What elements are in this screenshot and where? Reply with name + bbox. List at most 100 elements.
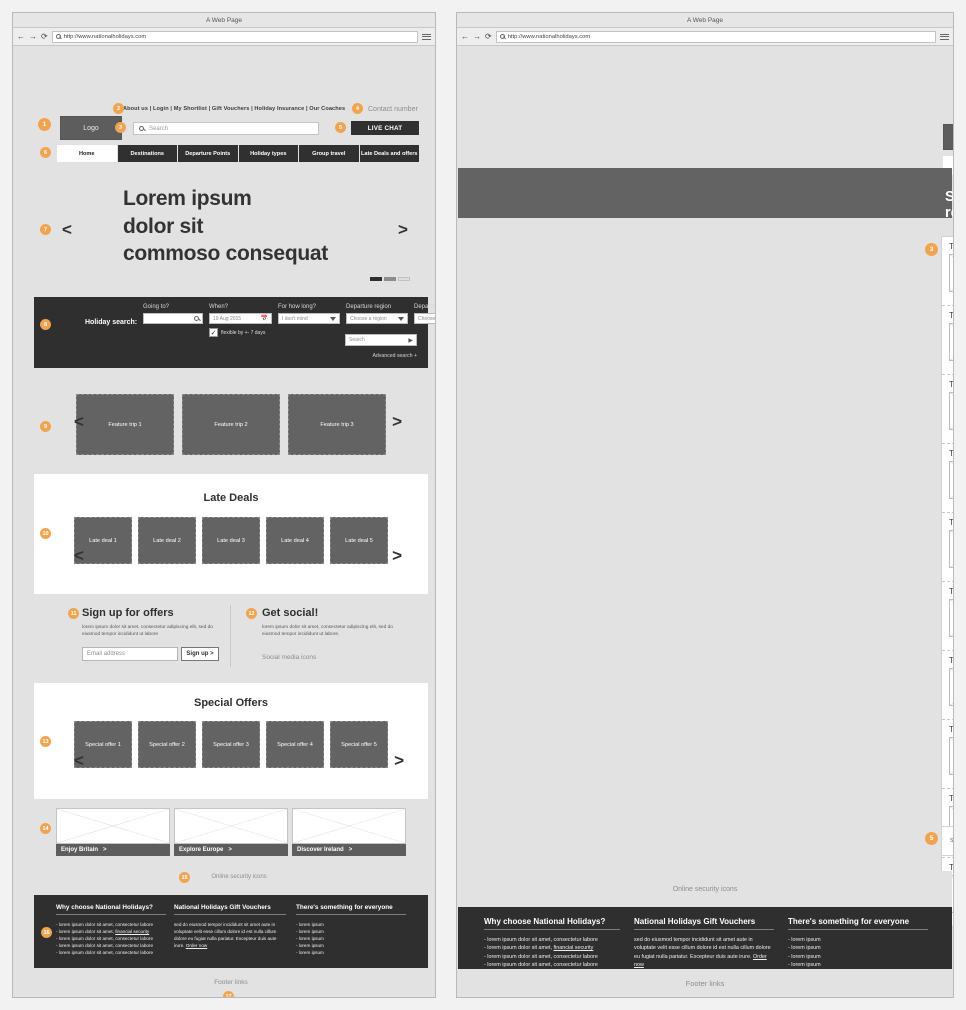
signup-button[interactable]: Sign up > bbox=[181, 647, 219, 662]
result-sublinks[interactable]: Coach seating | Room Types | All Depatur… bbox=[949, 502, 953, 508]
site-search-input[interactable]: Search bbox=[133, 122, 319, 135]
result-card[interactable]: Title 4 Duration: x DaysDate: Mon 02 Febr… bbox=[942, 444, 953, 513]
screenshot-stage: A Web Page ← → ⟳ http://www.nationalholi… bbox=[0, 0, 966, 1010]
late-deal-tile[interactable]: Late deal 3 bbox=[202, 517, 260, 564]
site-logo[interactable]: Logo bbox=[943, 124, 953, 150]
late-deal-tile[interactable]: Late deal 5 bbox=[330, 517, 388, 564]
departure-region-select[interactable]: Choose a region bbox=[346, 313, 408, 324]
special-offer-tile[interactable]: Special offer 2 bbox=[138, 721, 196, 768]
result-sublinks[interactable]: Coach seating | Room Types | All Depatur… bbox=[949, 640, 953, 646]
result-title[interactable]: Title 6 bbox=[949, 587, 953, 596]
results-body bbox=[458, 218, 952, 908]
late-deals-prev[interactable]: < bbox=[74, 546, 84, 566]
social-block: Get social! lorem ipsum dolor sit amet, … bbox=[262, 607, 407, 661]
feature-trip-tile[interactable]: Feature trip 1 bbox=[76, 394, 174, 455]
result-title[interactable]: Title 7 bbox=[949, 656, 953, 665]
order-now-link[interactable]: Order now bbox=[186, 943, 207, 948]
late-deals-next[interactable]: > bbox=[392, 546, 402, 566]
annotation-badge-10: 10 bbox=[40, 528, 51, 539]
feature-trip-tile[interactable]: Feature trip 2 bbox=[182, 394, 280, 455]
special-offers-next[interactable]: > bbox=[394, 751, 404, 771]
annotation-badge-9: 9 bbox=[40, 421, 51, 432]
nav-tab-destinations[interactable]: Destinations bbox=[117, 145, 178, 162]
url-input[interactable]: http://www.nationalholidays.com bbox=[51, 30, 418, 43]
result-title[interactable]: Title 3 bbox=[949, 380, 953, 389]
result-sublinks[interactable]: Coach seating | Room Types | All Depatur… bbox=[949, 433, 953, 439]
nav-tab-home[interactable]: Home bbox=[57, 145, 118, 162]
nav-tab-group-travel[interactable]: Group travel bbox=[299, 145, 360, 162]
footer-list-item: - lorem ipsum dolor sit amet, consectetu… bbox=[484, 937, 598, 943]
promo-card[interactable]: Enjoy Britain > bbox=[56, 808, 170, 856]
result-title[interactable]: Title 2 bbox=[949, 311, 953, 320]
holiday-search-button[interactable]: Search ▶ bbox=[345, 334, 417, 346]
advanced-search-link[interactable]: Advanced search + bbox=[372, 353, 417, 359]
result-card[interactable]: Title 6 Duration: x DaysDate: Mon 02 Febr… bbox=[942, 582, 953, 651]
result-title[interactable]: Title 8 bbox=[949, 725, 953, 734]
promo-card[interactable]: Discover Ireland > bbox=[292, 808, 406, 856]
result-title[interactable]: Title 4 bbox=[949, 449, 953, 458]
result-sublinks[interactable]: Coach seating | Room Types | All Depatur… bbox=[949, 709, 953, 715]
feature-trips-next[interactable]: > bbox=[392, 412, 402, 432]
late-deal-tile[interactable]: Late deal 2 bbox=[138, 517, 196, 564]
hero-pagination-dots[interactable] bbox=[370, 277, 410, 281]
result-title[interactable]: Title 5 bbox=[949, 518, 953, 527]
utility-links[interactable]: About us | Login | My Shortlist | Gift V… bbox=[123, 106, 345, 112]
hero-prev-button[interactable]: < bbox=[62, 220, 72, 240]
late-deal-tile[interactable]: Late deal 4 bbox=[266, 517, 324, 564]
back-arrow-icon[interactable]: ← bbox=[461, 32, 469, 41]
how-long-select[interactable]: I don't mind bbox=[278, 313, 340, 324]
nav-tab-late-deals[interactable]: Late Deals and offers bbox=[359, 145, 419, 162]
result-sublinks[interactable]: Coach seating | Room Types | All Depatur… bbox=[949, 364, 953, 370]
flexible-checkbox[interactable]: ✓ bbox=[209, 328, 218, 337]
annotation-badge-8: 8 bbox=[40, 319, 51, 330]
nav-tab-departure-points[interactable]: Departure Points bbox=[178, 145, 239, 162]
result-title[interactable]: Title 9 bbox=[949, 794, 953, 803]
email-input[interactable]: Email address bbox=[82, 647, 178, 662]
browser-urlbar: ← → ⟳ http://www.nationalholidays.com bbox=[13, 28, 435, 46]
feature-trips-prev[interactable]: < bbox=[74, 412, 84, 432]
result-thumbnail bbox=[949, 737, 953, 775]
holiday-search-button-label: Search bbox=[349, 337, 365, 343]
result-card[interactable]: Title 7 Duration: x DaysDate: Mon 02 Febr… bbox=[942, 651, 953, 720]
hamburger-menu-icon[interactable] bbox=[422, 33, 431, 40]
window-titlebar: A Web Page bbox=[13, 13, 435, 28]
site-logo[interactable]: Logo bbox=[60, 116, 122, 140]
financial-security-link[interactable]: financial security bbox=[554, 945, 594, 951]
reload-icon[interactable]: ⟳ bbox=[485, 32, 492, 41]
departure-town-select[interactable]: Choose a town bbox=[414, 313, 435, 324]
forward-arrow-icon[interactable]: → bbox=[473, 32, 481, 41]
going-to-input[interactable] bbox=[143, 313, 203, 324]
result-card[interactable]: Title 8 Duration: x DaysDate: Mon 02 Febr… bbox=[942, 720, 953, 789]
hero-dot-1[interactable] bbox=[370, 277, 382, 281]
result-sublinks[interactable]: Coach seating | Room Types | All Depatur… bbox=[949, 295, 953, 301]
result-card[interactable]: Title 2 Duration: x DaysDate: Mon 02 Febr… bbox=[942, 306, 953, 375]
hero-dot-3[interactable] bbox=[398, 277, 410, 281]
result-card[interactable]: Title 1 Duration: x DaysDate: Mon 02 Febr… bbox=[942, 237, 953, 306]
result-card[interactable]: Title 3 Duration: x DaysDate: Mon 02 Febr… bbox=[942, 375, 953, 444]
reload-icon[interactable]: ⟳ bbox=[41, 32, 48, 41]
special-offers-prev[interactable]: < bbox=[74, 751, 84, 771]
financial-security-link[interactable]: financial security bbox=[115, 929, 149, 934]
special-offer-tile[interactable]: Special offer 3 bbox=[202, 721, 260, 768]
special-offer-tile[interactable]: Special offer 4 bbox=[266, 721, 324, 768]
promo-card[interactable]: Explore Europe > bbox=[174, 808, 288, 856]
hamburger-menu-icon[interactable] bbox=[940, 33, 949, 40]
field-value: Choose a town bbox=[418, 315, 435, 322]
feature-trip-tile[interactable]: Feature trip 3 bbox=[288, 394, 386, 455]
url-input[interactable]: http://www.nationalholidays.com bbox=[495, 30, 936, 43]
result-sublinks[interactable]: Coach seating | Room Types | All Depatur… bbox=[949, 778, 953, 784]
forward-arrow-icon[interactable]: → bbox=[29, 32, 37, 41]
hero-next-button[interactable]: > bbox=[398, 220, 408, 240]
play-arrow-icon: ▶ bbox=[408, 337, 413, 344]
when-input[interactable]: 19 Aug 2015 📅 bbox=[209, 313, 272, 324]
live-chat-button[interactable]: LIVE CHAT bbox=[351, 121, 419, 135]
result-sublinks[interactable]: Coach seating | Room Types | All Depatur… bbox=[949, 571, 953, 577]
calendar-icon[interactable]: 📅 bbox=[261, 315, 268, 322]
hero-dot-2[interactable] bbox=[384, 277, 396, 281]
back-arrow-icon[interactable]: ← bbox=[17, 32, 25, 41]
nav-tab-holiday-types[interactable]: Holiday types bbox=[238, 145, 299, 162]
special-offer-tile[interactable]: Special offer 5 bbox=[330, 721, 388, 768]
result-title[interactable]: Title 1 bbox=[949, 242, 953, 251]
result-card[interactable]: Title 5 Duration: x DaysDate: Mon 02 Febr… bbox=[942, 513, 953, 582]
flexible-dates-row[interactable]: ✓ flexible by +- 7 days bbox=[209, 328, 272, 337]
